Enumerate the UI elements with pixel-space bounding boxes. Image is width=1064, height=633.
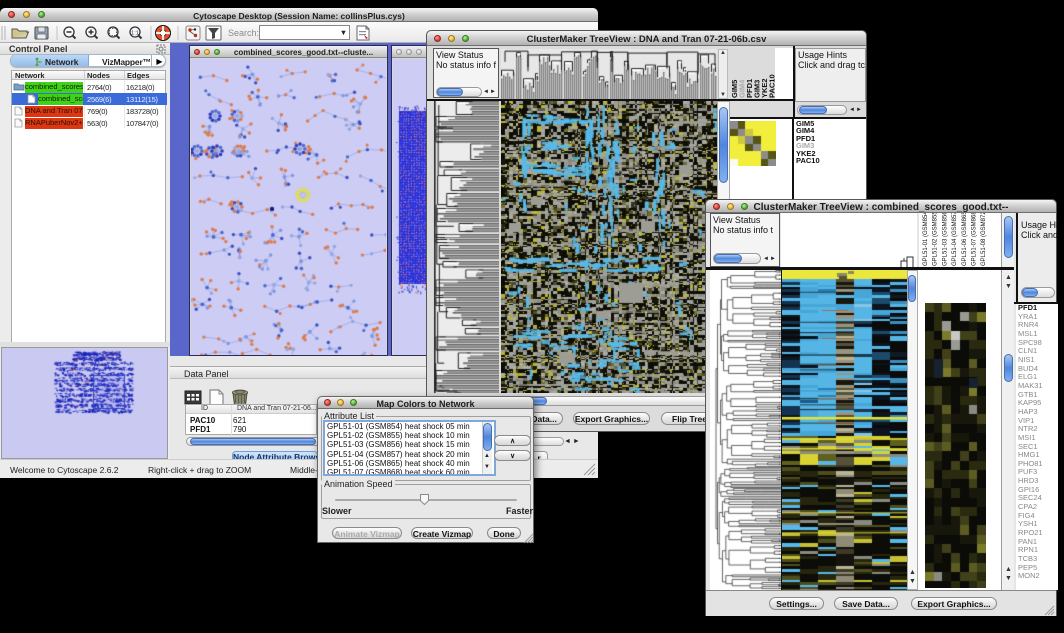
svg-text:1:1: 1:1 [131,31,139,37]
svg-text:GPL51-07 (GSM868): GPL51-07 (GSM868) [972,213,978,266]
svg-text:GPL51-02 (GSM855): GPL51-02 (GSM855) [933,213,939,266]
svg-text:GPL51-03 (GSM856): GPL51-03 (GSM856) [942,213,948,266]
svg-text:GPL51-01 (GSM854): GPL51-01 (GSM854) [923,213,929,266]
svg-text:GPL51-08 (GSM872): GPL51-08 (GSM872) [981,213,987,266]
svg-text:GPL51-04 (GSM857): GPL51-04 (GSM857) [952,213,958,266]
svg-text:GPL51-06 (GSM865): GPL51-06 (GSM865) [962,213,968,266]
svg-text:PAC10: PAC10 [768,74,776,98]
